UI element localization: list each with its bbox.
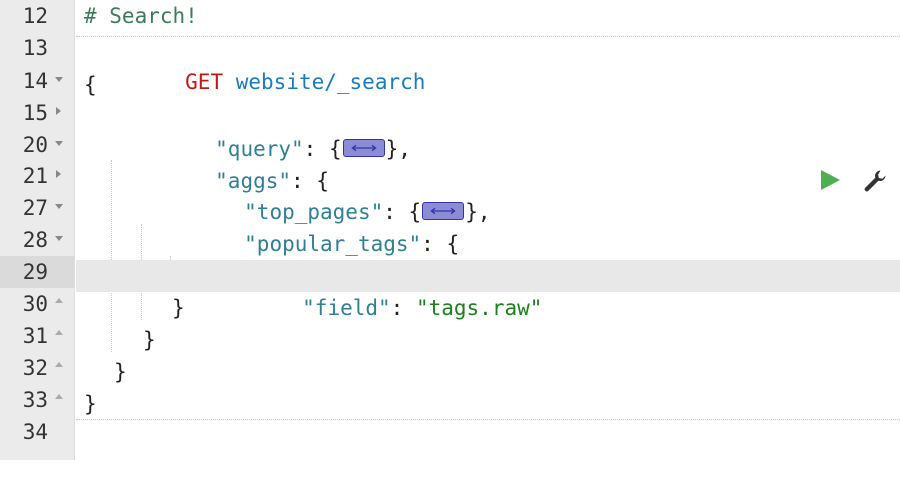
line-number: 20 [22, 133, 48, 157]
gutter-row: 21 [0, 160, 75, 192]
brace-close: } [114, 360, 127, 384]
gutter-row: 30 [0, 288, 75, 320]
fold-open-icon[interactable] [55, 204, 63, 209]
brace-close: } [172, 296, 185, 320]
code-line-13[interactable]: GET website/_search [76, 36, 900, 94]
line-number-gutter: 12 13 14 15 20 21 27 28 29 30 31 32 33 34 [0, 0, 75, 460]
fold-closed-icon[interactable] [56, 170, 61, 178]
code-line-20[interactable]: "aggs": { [76, 133, 900, 193]
code-line-31[interactable]: } [76, 324, 900, 356]
code-line-34[interactable] [76, 420, 900, 452]
gutter-row: 27 [0, 192, 75, 224]
fold-open-icon[interactable] [55, 141, 63, 146]
play-icon [821, 170, 840, 190]
code-area[interactable]: # Search! GET website/_search { "query":… [76, 0, 900, 460]
request-actions [816, 164, 896, 196]
code-line-15[interactable]: "query": {}, [76, 101, 900, 161]
line-number: 15 [22, 101, 48, 125]
fold-end-icon[interactable] [55, 394, 63, 399]
gutter-row: 14 [0, 65, 75, 97]
comment-text: # Search! [84, 4, 198, 28]
line-number: 12 [22, 4, 48, 28]
brace-open: { [84, 73, 97, 97]
gutter-row: 28 [0, 224, 75, 256]
code-line-30[interactable]: } [76, 292, 900, 324]
line-number: 32 [22, 356, 48, 380]
gutter-row: 31 [0, 320, 75, 352]
line-number: 14 [22, 69, 48, 93]
code-line-32[interactable]: } [76, 356, 900, 388]
wrench-icon [864, 170, 886, 192]
line-number: 27 [22, 196, 48, 220]
line-number: 30 [22, 292, 48, 316]
brace-close: } [143, 328, 156, 352]
line-number: 34 [22, 420, 48, 444]
gutter-row: 29 [0, 256, 75, 288]
run-request-button[interactable] [818, 168, 842, 192]
code-line-27[interactable]: "popular_tags": { [76, 196, 900, 256]
code-line-33[interactable]: } [76, 388, 900, 420]
console-editor[interactable]: 12 13 14 15 20 21 27 28 29 30 31 32 33 34 # Search! G… [0, 0, 900, 460]
gutter-row: 33 [0, 384, 75, 416]
line-number: 13 [22, 36, 48, 60]
code-line-28[interactable]: "significant_terms": { [76, 228, 900, 288]
gutter-row: 15 [0, 97, 75, 129]
gutter-row: 34 [0, 416, 75, 448]
gutter-row: 20 [0, 129, 75, 161]
gutter-row: 12 [0, 0, 75, 32]
fold-closed-icon[interactable] [56, 107, 61, 115]
fold-open-icon[interactable] [55, 77, 63, 82]
brace-close: } [84, 392, 97, 416]
code-line-29-active[interactable]: "field": "tags.raw" [76, 260, 900, 320]
line-number: 31 [22, 324, 48, 348]
line-number: 29 [22, 260, 48, 284]
fold-open-icon[interactable] [55, 236, 63, 241]
settings-wrench-button[interactable] [862, 168, 888, 194]
fold-end-icon[interactable] [55, 330, 63, 335]
code-line-14[interactable]: { [76, 69, 900, 101]
gutter-row: 32 [0, 352, 75, 384]
gutter-row: 13 [0, 32, 75, 64]
line-number: 33 [22, 388, 48, 412]
code-line-21[interactable]: "top_pages": {}, [76, 164, 900, 224]
line-number: 28 [22, 228, 48, 252]
line-number: 21 [22, 164, 48, 188]
fold-end-icon[interactable] [55, 298, 63, 303]
code-line-12[interactable]: # Search! [76, 0, 900, 32]
fold-end-icon[interactable] [55, 362, 63, 367]
